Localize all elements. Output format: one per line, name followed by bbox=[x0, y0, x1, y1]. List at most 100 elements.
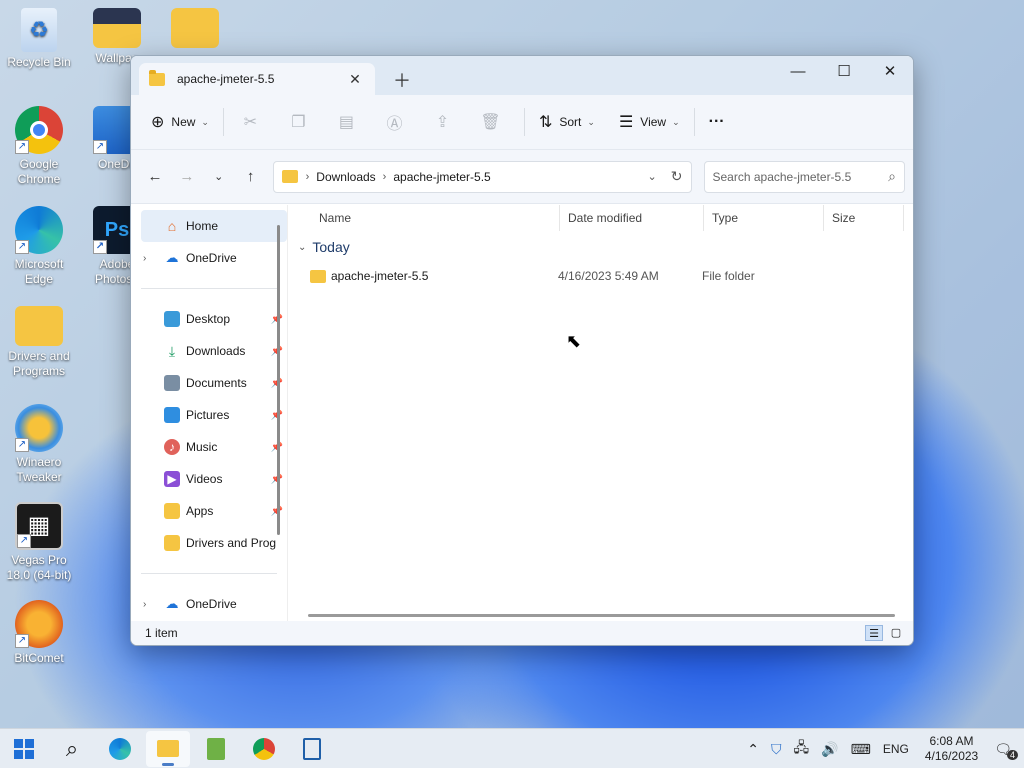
nav-item-onedrive[interactable]: › ☁ OneDrive bbox=[131, 242, 287, 274]
table-row[interactable]: apache-jmeter-5.5 4/16/2023 5:49 AM File… bbox=[288, 263, 913, 289]
nav-item-documents[interactable]: Documents 📌 bbox=[131, 367, 287, 399]
nav-item-music[interactable]: ♪ Music 📌 bbox=[131, 431, 287, 463]
chevron-right-icon: › bbox=[382, 170, 387, 183]
desktop-icon-label: Drivers and Programs bbox=[8, 349, 70, 378]
close-button[interactable]: ✕ bbox=[867, 56, 913, 86]
shortcut-arrow-icon: ↗ bbox=[15, 240, 29, 254]
delete-button[interactable]: 🗑 bbox=[470, 106, 518, 138]
nav-item-apps[interactable]: Apps 📌 bbox=[131, 495, 287, 527]
maximize-button[interactable]: ☐ bbox=[821, 56, 867, 86]
shortcut-arrow-icon: ↗ bbox=[17, 534, 31, 548]
edge-icon: ↗ bbox=[15, 206, 63, 254]
taskbar-notepad[interactable] bbox=[194, 731, 238, 767]
cut-button[interactable]: ✂ bbox=[230, 106, 278, 138]
back-button[interactable]: ← bbox=[139, 162, 171, 192]
book-icon bbox=[303, 737, 321, 760]
apps-folder-icon bbox=[164, 503, 180, 519]
new-tab-button[interactable]: ＋ bbox=[393, 67, 411, 93]
film-icon: ▦ ↗ bbox=[15, 502, 63, 550]
search-button[interactable]: ⌕ bbox=[50, 731, 94, 767]
chevron-right-icon: › bbox=[305, 170, 310, 183]
chevron-right-icon[interactable]: › bbox=[143, 253, 146, 264]
search-input[interactable]: Search apache-jmeter-5.5 bbox=[713, 170, 889, 184]
folder-icon bbox=[93, 8, 141, 48]
keyboard-icon[interactable]: ⌨ bbox=[851, 741, 871, 758]
paste-button[interactable]: ▤ bbox=[326, 106, 374, 138]
group-header-today[interactable]: ⌄ Today bbox=[288, 235, 913, 259]
nav-scrollbar[interactable] bbox=[277, 225, 280, 535]
breadcrumb-apache-jmeter[interactable]: apache-jmeter-5.5 bbox=[393, 170, 490, 184]
desktop-icon-label: Recycle Bin bbox=[7, 55, 71, 69]
nav-item-home[interactable]: ⌂ Home bbox=[141, 210, 287, 242]
taskbar-file-explorer[interactable] bbox=[146, 730, 190, 767]
rename-button[interactable]: Ⓐ bbox=[374, 106, 422, 138]
desktop-icon-chrome[interactable]: ↗ Google Chrome bbox=[1, 106, 77, 187]
desktop-icon-winaero[interactable]: ↗ Winaero Tweaker bbox=[1, 404, 77, 485]
copy-button[interactable]: ❐ bbox=[278, 106, 326, 138]
notification-icon[interactable]: 🗨 4 bbox=[994, 741, 1018, 760]
nav-item-drivers[interactable]: Drivers and Prog bbox=[131, 527, 287, 559]
more-options-button[interactable]: ··· bbox=[701, 106, 733, 138]
download-icon: ⤓ bbox=[168, 343, 176, 359]
new-button[interactable]: ⊕ New ⌄ bbox=[143, 106, 217, 138]
minimize-button[interactable]: — bbox=[775, 56, 821, 86]
trash-icon: 🗑 bbox=[480, 114, 501, 131]
chevron-down-icon: ⌄ bbox=[587, 116, 595, 127]
up-button[interactable]: ↑ bbox=[235, 162, 267, 192]
recent-locations-button[interactable]: ⌄ bbox=[203, 162, 235, 192]
arrow-left-icon: ← bbox=[147, 168, 163, 185]
picture-icon bbox=[164, 407, 180, 423]
chevron-down-icon: ⌄ bbox=[298, 241, 307, 253]
folder-icon bbox=[310, 269, 326, 283]
refresh-icon[interactable]: ↻ bbox=[671, 168, 683, 185]
network-icon[interactable]: 🖧 bbox=[794, 737, 810, 761]
tab-apache-jmeter[interactable]: apache-jmeter-5.5 ✕ bbox=[139, 63, 375, 95]
clock[interactable]: 6:08 AM 4/16/2023 bbox=[925, 734, 978, 764]
desktop-icon-bitcomet[interactable]: ↗ BitComet bbox=[1, 600, 77, 666]
taskbar-chrome[interactable] bbox=[242, 731, 286, 767]
nav-item-downloads[interactable]: ⤓ Downloads 📌 bbox=[131, 335, 287, 367]
details-view-icon[interactable]: ☰ bbox=[865, 625, 883, 641]
nav-item-desktop[interactable]: Desktop 📌 bbox=[131, 303, 287, 335]
sort-button[interactable]: ⇅ Sort ⌄ bbox=[531, 106, 603, 138]
clock-date: 4/16/2023 bbox=[924, 749, 979, 763]
nav-item-videos[interactable]: ▶ Videos 📌 bbox=[131, 463, 287, 495]
column-size[interactable]: Size bbox=[824, 205, 904, 231]
tiles-view-icon[interactable]: ▢ bbox=[887, 625, 905, 641]
taskbar-edge[interactable] bbox=[98, 731, 142, 767]
chevron-down-icon[interactable]: ⌄ bbox=[648, 170, 657, 183]
recycle-bin-icon: ♻ bbox=[21, 8, 57, 52]
volume-icon[interactable]: 🔊 bbox=[821, 741, 838, 758]
shortcut-arrow-icon: ↗ bbox=[15, 438, 29, 452]
address-bar[interactable]: › Downloads › apache-jmeter-5.5 ⌄ ↻ bbox=[272, 160, 692, 193]
chevron-right-icon[interactable]: › bbox=[143, 599, 146, 610]
desktop-icon-recycle-bin[interactable]: ♻ Recycle Bin bbox=[1, 8, 77, 70]
column-headers: Name Date modified Type Size bbox=[288, 205, 913, 231]
desktop-icon-drivers[interactable]: Drivers and Programs bbox=[1, 306, 77, 379]
chevron-up-icon[interactable]: ⌃ bbox=[747, 741, 759, 758]
view-button[interactable]: ☰ View ⌄ bbox=[611, 106, 688, 138]
start-button[interactable] bbox=[2, 731, 46, 767]
search-box[interactable]: Search apache-jmeter-5.5 ⌕ bbox=[703, 160, 905, 193]
desktop-icon-folder[interactable] bbox=[157, 8, 233, 51]
file-date: 4/16/2023 5:49 AM bbox=[558, 269, 659, 283]
close-tab-icon[interactable]: ✕ bbox=[345, 71, 365, 88]
winaero-icon: ↗ bbox=[15, 404, 63, 452]
desktop-icon bbox=[164, 311, 180, 327]
breadcrumb-downloads[interactable]: Downloads bbox=[316, 170, 375, 184]
column-type[interactable]: Type bbox=[704, 205, 824, 231]
scissors-icon: ✂ bbox=[243, 114, 258, 131]
share-button[interactable]: ⇪ bbox=[422, 106, 470, 138]
nav-item-pictures[interactable]: Pictures 📌 bbox=[131, 399, 287, 431]
shield-icon[interactable]: ⛉ bbox=[771, 741, 782, 758]
taskbar-reader[interactable] bbox=[290, 731, 334, 767]
desktop-icon-edge[interactable]: ↗ Microsoft Edge bbox=[1, 206, 77, 287]
column-date-modified[interactable]: Date modified bbox=[560, 205, 704, 231]
language-indicator[interactable]: ENG bbox=[883, 742, 909, 756]
forward-button[interactable]: → bbox=[171, 162, 203, 192]
desktop-icon-vegas[interactable]: ▦ ↗ Vegas Pro 18.0 (64-bit) bbox=[1, 502, 77, 583]
horizontal-scrollbar[interactable] bbox=[308, 614, 895, 617]
nav-item-onedrive-bottom[interactable]: › ☁ OneDrive bbox=[131, 588, 287, 620]
status-bar: 1 item ☰ ▢ bbox=[131, 621, 913, 645]
column-name[interactable]: Name bbox=[288, 205, 560, 231]
